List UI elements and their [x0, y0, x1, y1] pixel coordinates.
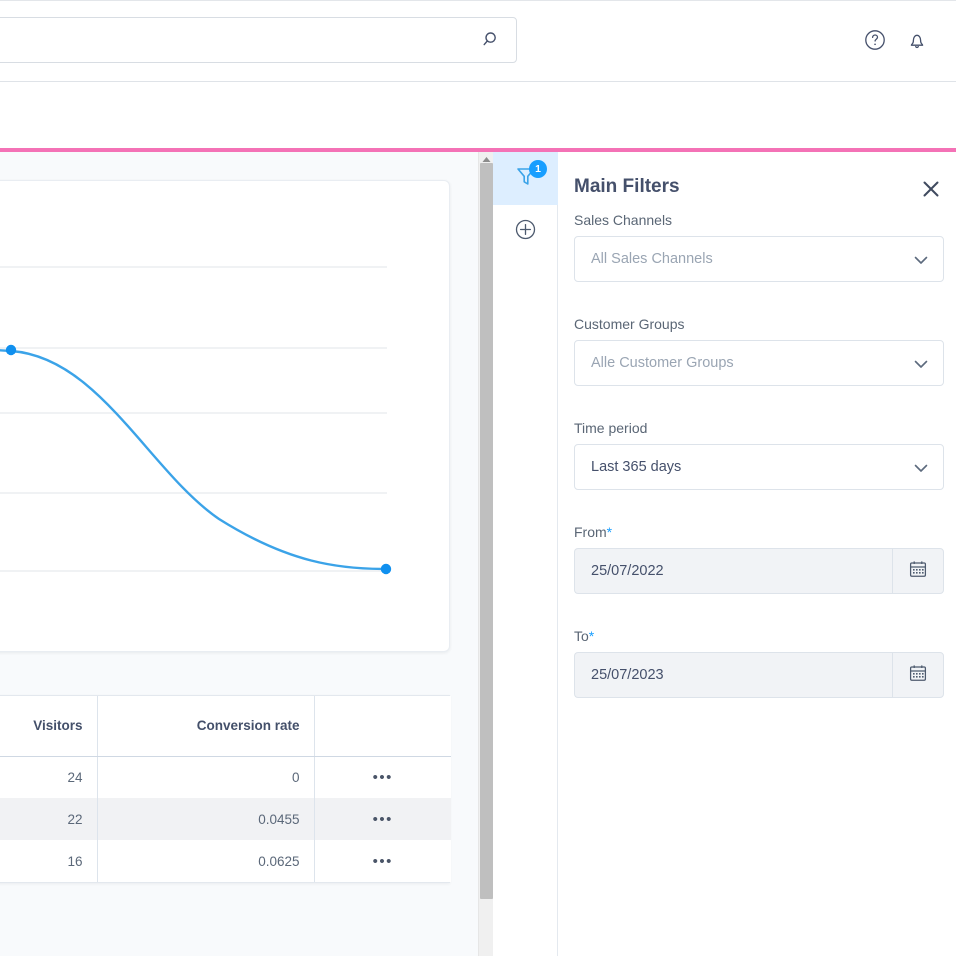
label-from: From* — [574, 524, 944, 540]
field-to-date: To* 25/07/2023 — [574, 628, 944, 698]
search-input[interactable] — [5, 18, 460, 62]
table-row[interactable]: 16 0.0625 ••• — [0, 840, 451, 882]
from-calendar-button[interactable] — [892, 548, 944, 594]
action-bar: CSV Export Refresh — [0, 82, 956, 216]
to-calendar-button[interactable] — [892, 652, 944, 698]
page-title: Main Filters — [574, 176, 680, 197]
main-content: /2023 07/2023 Visitors Conversion rate 2… — [0, 152, 478, 956]
sales-channels-select[interactable]: All Sales Channels — [574, 236, 944, 282]
time-period-value: Last 365 days — [591, 459, 682, 475]
label-time-period: Time period — [574, 420, 648, 436]
to-date-input[interactable]: 25/07/2023 — [574, 652, 892, 698]
filter-count-badge: 1 — [529, 160, 547, 178]
table-row[interactable]: 22 0.0455 ••• — [0, 798, 451, 840]
vertical-scrollbar[interactable] — [478, 152, 493, 956]
search-icon[interactable] — [482, 30, 502, 50]
sales-channels-value: All Sales Channels — [591, 251, 713, 267]
table-row[interactable]: 24 0 ••• — [0, 756, 451, 798]
plus-circle-icon — [514, 218, 537, 246]
from-date-input[interactable]: 25/07/2022 — [574, 548, 892, 594]
label-to: To* — [574, 628, 944, 644]
cell-visitors: 16 — [0, 840, 98, 882]
row-actions-menu-icon[interactable]: ••• — [314, 840, 451, 882]
time-period-select[interactable]: Last 365 days — [574, 444, 944, 490]
required-marker: * — [606, 524, 613, 540]
top-bar — [0, 0, 956, 82]
scrollbar-thumb[interactable] — [480, 163, 493, 899]
data-table: Visitors Conversion rate 24 0 ••• 22 0.0… — [0, 695, 451, 883]
close-icon[interactable] — [920, 178, 942, 200]
app-root: CSV Export Refresh /2023 07/2023 — [0, 0, 956, 956]
field-sales-channels: Sales Channels All Sales Channels — [574, 212, 944, 282]
cell-conversion-rate: 0 — [97, 756, 315, 798]
scroll-up-arrow-icon[interactable] — [479, 152, 494, 163]
label-to-text: To — [574, 628, 589, 644]
column-header-conversion-rate[interactable]: Conversion rate — [97, 696, 315, 757]
field-from-date: From* 25/07/2022 — [574, 524, 944, 594]
panel-header: Main Filters — [574, 176, 942, 206]
customer-groups-select[interactable]: Alle Customer Groups — [574, 340, 944, 386]
filter-rail: 1 — [493, 152, 558, 956]
tab-add-filter[interactable] — [493, 205, 558, 258]
topbar-actions — [862, 27, 930, 53]
label-sales-channels: Sales Channels — [574, 212, 673, 228]
row-actions-menu-icon[interactable]: ••• — [314, 756, 451, 798]
help-circle-icon[interactable] — [862, 27, 888, 53]
label-from-text: From — [574, 524, 607, 540]
table-header-row: Visitors Conversion rate — [0, 696, 451, 757]
to-date-control: 25/07/2023 — [574, 652, 944, 698]
field-customer-groups: Customer Groups Alle Customer Groups — [574, 316, 944, 386]
chevron-down-icon — [913, 253, 929, 267]
row-actions-menu-icon[interactable]: ••• — [314, 798, 451, 840]
field-time-period: Time period Last 365 days — [574, 420, 944, 490]
cell-conversion-rate: 0.0625 — [97, 840, 315, 882]
calendar-icon — [908, 559, 928, 584]
column-header-actions — [314, 696, 451, 757]
column-header-visitors[interactable]: Visitors — [0, 696, 98, 757]
from-date-control: 25/07/2022 — [574, 548, 944, 594]
calendar-icon — [908, 663, 928, 688]
cell-visitors: 22 — [0, 798, 98, 840]
cell-visitors: 24 — [0, 756, 98, 798]
chart-card — [0, 180, 450, 652]
chevron-down-icon — [913, 461, 929, 475]
main-filters-panel: Main Filters Sales Channels All Sales Ch… — [558, 152, 956, 956]
bell-icon[interactable] — [904, 27, 930, 53]
customer-groups-value: Alle Customer Groups — [591, 355, 734, 371]
tab-main-filters[interactable]: 1 — [493, 152, 558, 205]
search-box[interactable] — [0, 17, 517, 63]
required-marker: * — [588, 628, 595, 644]
conversion-rate-line-chart — [0, 266, 392, 575]
data-point[interactable] — [380, 563, 392, 575]
cell-conversion-rate: 0.0455 — [97, 798, 315, 840]
label-customer-groups: Customer Groups — [574, 316, 685, 332]
chevron-down-icon — [913, 357, 929, 371]
data-point[interactable] — [5, 344, 17, 356]
